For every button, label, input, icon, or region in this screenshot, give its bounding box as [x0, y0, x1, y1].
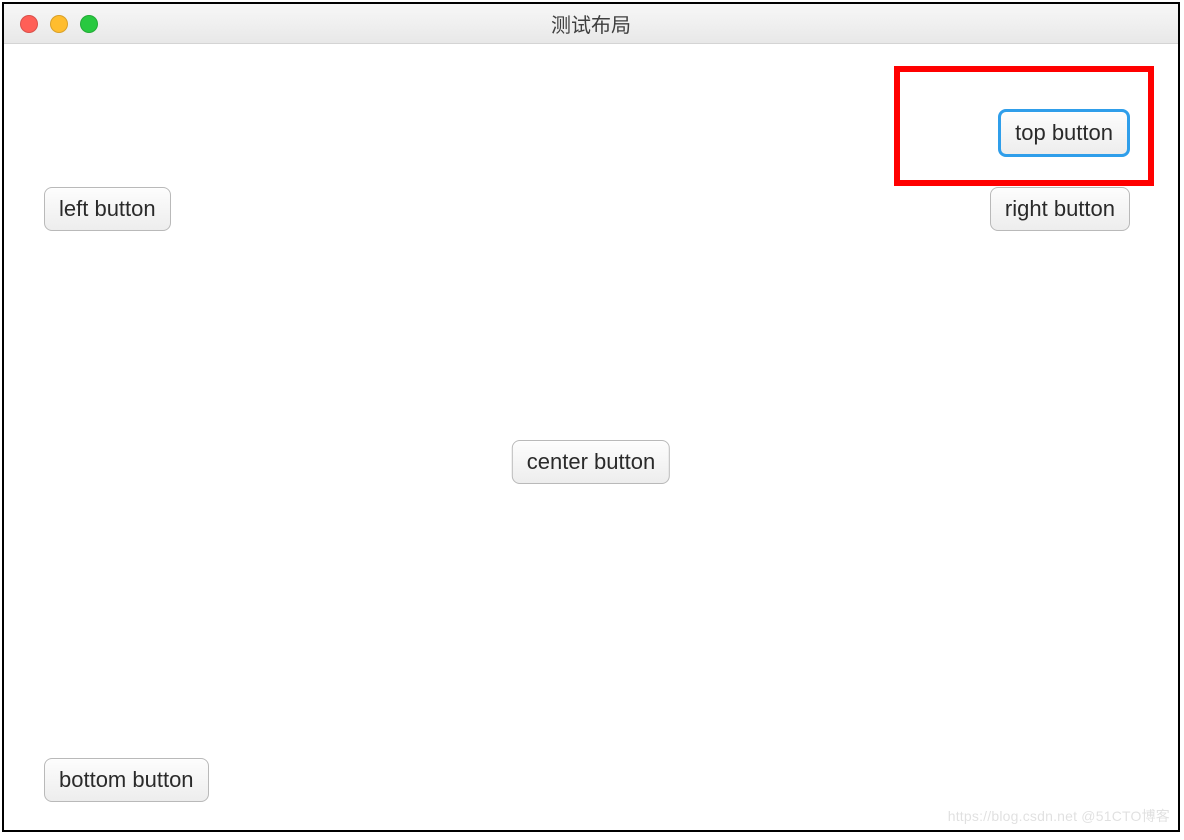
content-area: top button left button right button cent… [4, 44, 1178, 830]
traffic-lights [4, 15, 98, 33]
window-minimize-icon[interactable] [50, 15, 68, 33]
window-title: 测试布局 [551, 9, 631, 38]
watermark-text: https://blog.csdn.net @51CTO博客 [948, 806, 1170, 826]
top-button[interactable]: top button [998, 109, 1130, 157]
window-close-icon[interactable] [20, 15, 38, 33]
window-frame: 测试布局 top button left button right button… [2, 2, 1180, 832]
left-button[interactable]: left button [44, 187, 171, 231]
bottom-button[interactable]: bottom button [44, 758, 209, 802]
title-bar: 测试布局 [4, 4, 1178, 44]
window-zoom-icon[interactable] [80, 15, 98, 33]
right-button[interactable]: right button [990, 187, 1130, 231]
center-button[interactable]: center button [512, 440, 670, 484]
